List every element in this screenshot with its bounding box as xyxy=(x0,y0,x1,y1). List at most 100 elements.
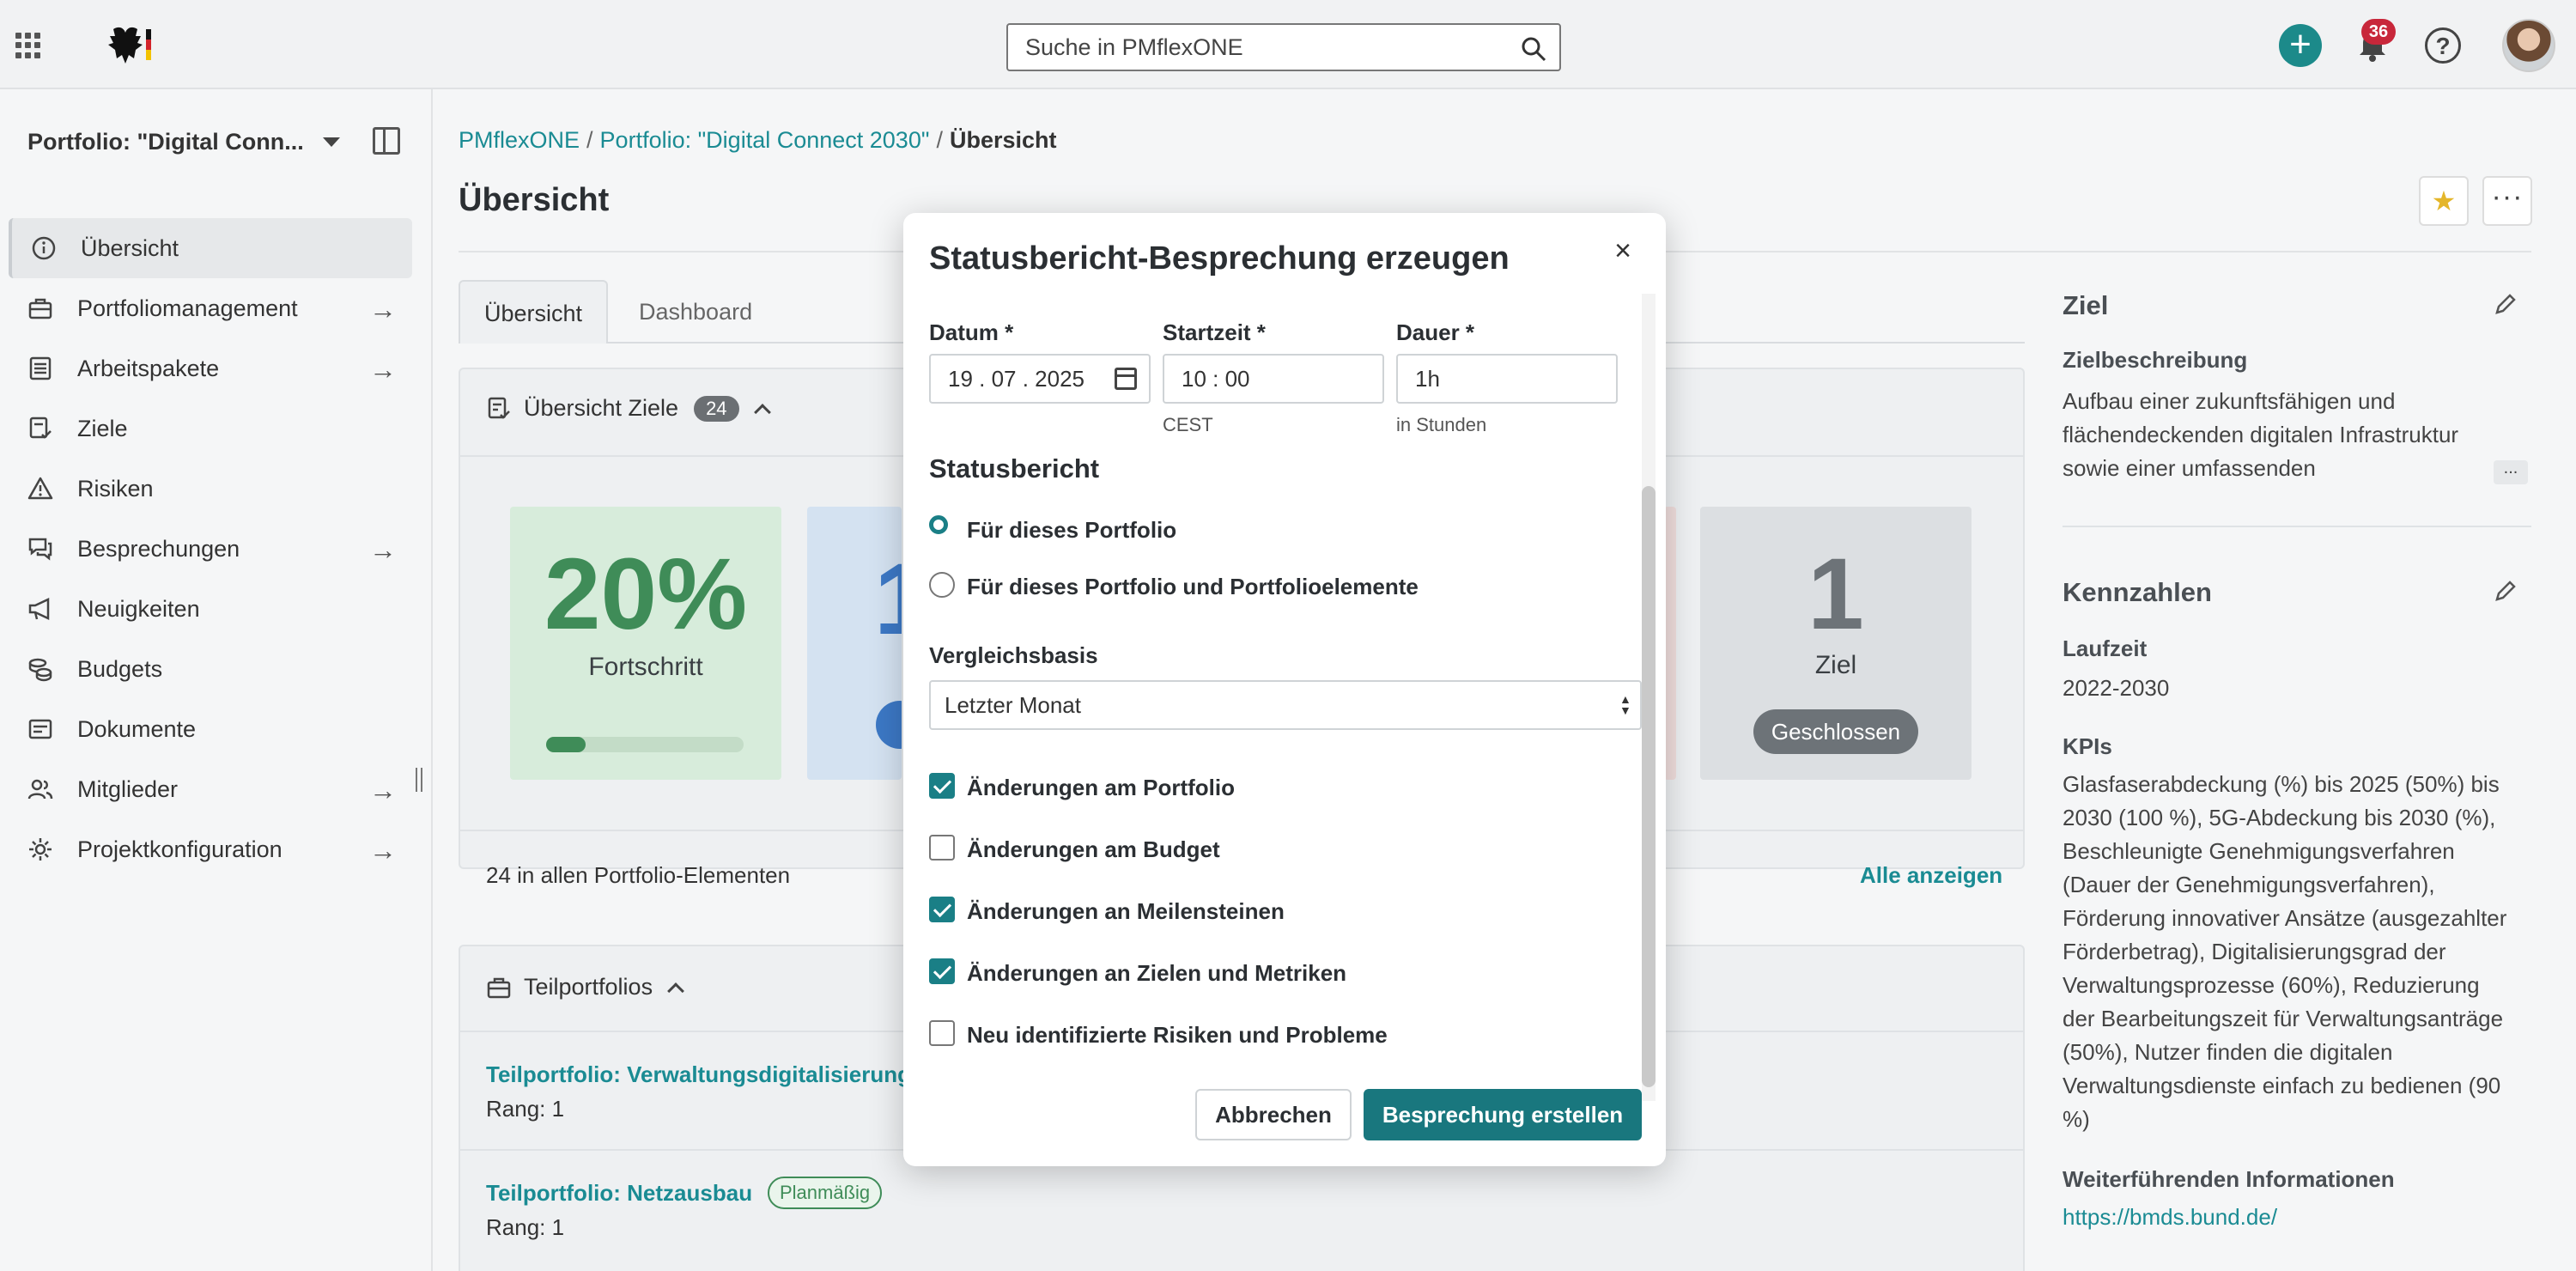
divider xyxy=(2063,526,2531,527)
arrow-right-icon[interactable]: → xyxy=(369,775,397,806)
kpi-line: Glasfaserabdeckung (%) bis 2025 (50%) bi… xyxy=(2063,771,2500,797)
tab-overview[interactable]: Übersicht xyxy=(459,280,609,344)
sidebar-item-label: Mitglieder xyxy=(77,775,179,802)
plus-icon[interactable]: + xyxy=(2279,24,2322,67)
goals-card-title: Übersicht Ziele xyxy=(524,395,679,421)
duration-label: Dauer * xyxy=(1396,319,1475,345)
sidebar-item-projektkonfiguration[interactable]: Projektkonfiguration → xyxy=(9,819,412,879)
sidebar-item-besprechungen[interactable]: Besprechungen → xyxy=(9,519,412,579)
progress-tile[interactable]: 20% Fortschritt xyxy=(510,507,781,780)
briefcase-icon xyxy=(27,295,53,321)
checkbox-1[interactable] xyxy=(929,773,955,799)
sidebar-item-ziele[interactable]: Ziele xyxy=(9,398,412,459)
goal-description-line: flächendeckenden digitalen Infrastruktur xyxy=(2063,422,2459,447)
kpi-line: (Dauer der Genehmigungsverfahren), xyxy=(2063,872,2435,897)
start-time-field[interactable]: 10 : 00 xyxy=(1163,354,1384,404)
kpi-line: Förderung innovativer Ansätze (ausgezahl… xyxy=(2063,905,2507,931)
pencil-icon[interactable] xyxy=(2494,292,2518,316)
sidebar-item-arbeitspakete[interactable]: Arbeitspakete → xyxy=(9,338,412,398)
radio-portfolio-and-elements-label[interactable]: Für dieses Portfolio und Portfolioelemen… xyxy=(967,574,1419,600)
kpi-panel-title: Kennzahlen xyxy=(2063,577,2212,607)
create-meeting-button[interactable]: Besprechung erstellen xyxy=(1364,1089,1642,1140)
goal-icon xyxy=(488,397,510,419)
sidebar-item-übersicht[interactable]: Übersicht xyxy=(9,218,412,278)
kpi-description: Glasfaserabdeckung (%) bis 2025 (50%) bi… xyxy=(2063,768,2506,1136)
checkbox-label[interactable]: Änderungen an Meilensteinen xyxy=(967,898,1285,925)
sidebar-item-portfoliomanagement[interactable]: Portfoliomanagement → xyxy=(9,278,412,338)
list-icon xyxy=(27,356,53,381)
arrow-right-icon[interactable]: → xyxy=(369,294,397,325)
subportfolio-rank: Rang: 1 xyxy=(486,1096,565,1122)
checkbox-label[interactable]: Änderungen am Portfolio xyxy=(967,775,1235,801)
radio-portfolio-and-elements[interactable] xyxy=(929,572,955,598)
goal-closed-tile[interactable]: 1 Ziel Geschlossen xyxy=(1700,507,1971,780)
chevron-down-icon[interactable] xyxy=(323,137,340,147)
sidebar-item-label: Risiken xyxy=(77,475,154,502)
checkbox-5[interactable] xyxy=(929,1020,955,1046)
duration-field[interactable]: 1h xyxy=(1396,354,1618,404)
star-icon[interactable]: ★ xyxy=(2419,176,2469,226)
subportfolio-link[interactable]: Teilportfolio: Verwaltungsdigitalisierun… xyxy=(486,1061,911,1088)
breadcrumb-home[interactable]: PMflexONE xyxy=(459,127,580,153)
goal-description-line: sowie einer umfassenden xyxy=(2063,455,2316,481)
breadcrumb-portfolio[interactable]: Portfolio: "Digital Connect 2030" xyxy=(600,127,930,153)
arrow-right-icon[interactable]: → xyxy=(369,354,397,386)
arrow-right-icon[interactable]: → xyxy=(369,835,397,867)
subportfolios-card-header[interactable]: Teilportfolios xyxy=(486,974,684,1000)
show-all-link[interactable]: Alle anzeigen xyxy=(1860,862,2002,889)
chevron-up-icon[interactable] xyxy=(753,403,771,421)
date-field[interactable]: 19 . 07 . 2025 xyxy=(929,354,1151,404)
notification-badge: 36 xyxy=(2361,19,2396,45)
sidebar-item-mitglieder[interactable]: Mitglieder → xyxy=(9,759,412,819)
search-box[interactable] xyxy=(1006,23,1561,71)
federal-eagle-logo[interactable] xyxy=(96,24,153,67)
checkbox-2[interactable] xyxy=(929,835,955,861)
timezone-hint: CEST xyxy=(1163,414,1213,435)
search-icon[interactable] xyxy=(1520,35,1547,63)
avatar[interactable] xyxy=(2502,19,2555,72)
grid-icon[interactable] xyxy=(15,33,41,58)
sidebar-item-label: Projektkonfiguration xyxy=(77,836,283,862)
checkbox-4[interactable] xyxy=(929,958,955,984)
kpi-line: der Bearbeitungszeit für Verwaltungsantr… xyxy=(2063,1006,2504,1031)
kpi-line: Verwaltungsdienste einfach zu bedienen (… xyxy=(2063,1073,2501,1098)
checkbox-label[interactable]: Neu identifizierte Risiken und Probleme xyxy=(967,1022,1388,1049)
sidebar-item-budgets[interactable]: Budgets xyxy=(9,639,412,699)
kpi-tile-pink[interactable] xyxy=(1664,507,1676,780)
tab-dashboard[interactable]: Dashboard xyxy=(615,280,776,344)
sidebar-item-dokumente[interactable]: Dokumente xyxy=(9,699,412,759)
checkbox-label[interactable]: Änderungen an Zielen und Metriken xyxy=(967,960,1346,987)
sidebar-item-label: Ziele xyxy=(77,415,128,441)
sidebar-resize-handle[interactable] xyxy=(416,768,422,792)
subportfolio-link[interactable]: Teilportfolio: Netzausbau xyxy=(486,1180,752,1207)
further-info-label: Weiterführenden Informationen xyxy=(2063,1166,2395,1192)
pencil-icon[interactable] xyxy=(2494,579,2518,603)
kpi-tile-blue[interactable]: 1 xyxy=(807,507,902,780)
search-input[interactable] xyxy=(1025,25,1506,70)
calendar-icon[interactable] xyxy=(1115,368,1137,390)
cancel-button[interactable]: Abbrechen xyxy=(1195,1089,1352,1140)
breadcrumb: PMflexONE / Portfolio: "Digital Connect 20… xyxy=(459,127,1057,153)
further-info-link[interactable]: https://bmds.bund.de/ xyxy=(2063,1204,2277,1231)
top-bar: + 36 ? xyxy=(0,0,2576,89)
sidebar-item-label: Besprechungen xyxy=(77,535,240,562)
kpi-line: Beschleunigte Genehmigungsverfahren xyxy=(2063,838,2455,864)
goal-description: Aufbau einer zukunftsfähigen und flächen… xyxy=(2063,385,2458,485)
dialog-scrollbar-thumb[interactable] xyxy=(1642,486,1656,1087)
chevron-up-icon[interactable] xyxy=(667,982,684,1000)
sidebar-item-risiken[interactable]: Risiken xyxy=(9,459,412,519)
sidebar-item-neuigkeiten[interactable]: Neuigkeiten xyxy=(9,579,412,639)
more-icon[interactable]: ··· xyxy=(2482,176,2532,226)
collapse-sidebar-icon[interactable] xyxy=(373,127,400,155)
close-icon[interactable]: × xyxy=(1609,236,1637,265)
arrow-right-icon[interactable]: → xyxy=(369,534,397,566)
expand-description-button[interactable]: ... xyxy=(2494,459,2528,484)
radio-portfolio-label[interactable]: Für dieses Portfolio xyxy=(967,517,1176,544)
question-icon[interactable]: ? xyxy=(2425,27,2461,64)
baseline-select[interactable]: Letzter Monat ▲ ▼ xyxy=(929,680,1642,730)
checkbox-label[interactable]: Änderungen am Budget xyxy=(967,836,1220,863)
portfolio-switcher-label[interactable]: Portfolio: "Digital Conn... xyxy=(27,129,304,155)
checkbox-3[interactable] xyxy=(929,897,955,922)
radio-portfolio[interactable] xyxy=(929,515,948,534)
goals-card-header[interactable]: Übersicht Ziele 24 xyxy=(486,395,771,422)
